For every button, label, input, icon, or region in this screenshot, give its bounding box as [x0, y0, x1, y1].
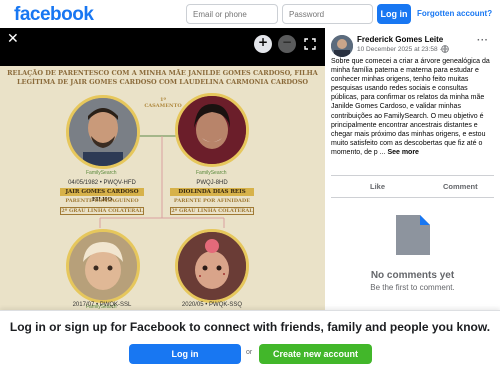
person-1-degree: 2º GRAU LINHA COLATERAL — [60, 207, 144, 215]
login-button[interactable]: Log in — [377, 4, 411, 24]
portrait-person-4 — [175, 229, 249, 303]
post-body: Sobre que comecei a criar a árvore genea… — [331, 58, 490, 156]
forgot-account-link[interactable]: Forgotten account? — [417, 9, 492, 18]
more-options-icon[interactable]: ··· — [477, 35, 489, 46]
divider — [331, 197, 494, 198]
portrait-person-1 — [66, 95, 140, 169]
globe-icon — [441, 45, 449, 53]
portrait-person-2 — [175, 93, 249, 167]
email-field[interactable] — [186, 4, 278, 24]
familysearch-tag: FamilySearch — [86, 170, 117, 176]
person-1-relation: PARENTE CONSAGUÍNEO — [65, 198, 139, 204]
no-comments-icon — [396, 215, 430, 255]
person-2-degree: 2º GRAU LINHA COLATERAL — [170, 207, 254, 215]
familysearch-tag: FamilySearch — [196, 170, 227, 176]
fullscreen-icon[interactable] — [304, 38, 316, 50]
person-3-id: 2017/07 • PWQK-SSL — [72, 302, 132, 308]
zoom-out-icon[interactable]: − — [278, 35, 296, 53]
post-photo[interactable]: RELAÇÃO DE PARENTESCO COM A MINHA MÃE JA… — [0, 66, 325, 310]
divider — [331, 175, 494, 176]
see-more-link[interactable]: See more — [387, 149, 419, 156]
top-bar: facebook Log in Forgotten account? — [0, 0, 500, 28]
post-date[interactable]: 10 December 2025 at 23:58 · — [357, 46, 442, 53]
comment-button[interactable]: Comment — [443, 182, 478, 191]
photo-viewer: ✕ + − RELAÇÃO DE PARENTESCO COM A MINHA … — [0, 28, 325, 310]
be-first-text: Be the first to comment. — [370, 283, 455, 292]
person-1-id: 04/05/1982 • PWQV-HFD — [68, 180, 136, 186]
author-avatar[interactable] — [331, 35, 353, 57]
password-field[interactable] — [282, 4, 373, 24]
marriage-caption: 1º CASAMENTO — [144, 97, 182, 109]
person-4-id: 2020/05 • PWQK-SSQ — [181, 302, 243, 308]
banner-text: Log in or sign up for Facebook to connec… — [9, 320, 491, 334]
or-label: or — [246, 349, 253, 356]
author-name[interactable]: Frederick Gomes Leite — [357, 35, 443, 44]
like-button[interactable]: Like — [370, 182, 385, 191]
banner-login-button[interactable]: Log in — [129, 344, 241, 364]
zoom-in-icon[interactable]: + — [254, 35, 272, 53]
person-2-relation: PARENTE POR AFINIDADE — [173, 198, 251, 204]
person-2-name: DIOLINDA DIAS REIS — [170, 188, 254, 196]
create-account-button[interactable]: Create new account — [259, 344, 372, 364]
facebook-logo[interactable]: facebook — [14, 4, 94, 26]
close-icon[interactable]: ✕ — [7, 31, 19, 47]
person-2-id: PWQJ-8HD — [196, 180, 228, 186]
portrait-person-3 — [66, 229, 140, 303]
post-text: Sobre que comecei a criar a árvore genea… — [331, 57, 495, 157]
signup-banner: Log in or sign up for Facebook to connec… — [0, 310, 500, 375]
person-1-name: JAIR GOMES CARDOSO FILHO — [60, 188, 144, 203]
no-comments-title: No comments yet — [370, 270, 455, 281]
